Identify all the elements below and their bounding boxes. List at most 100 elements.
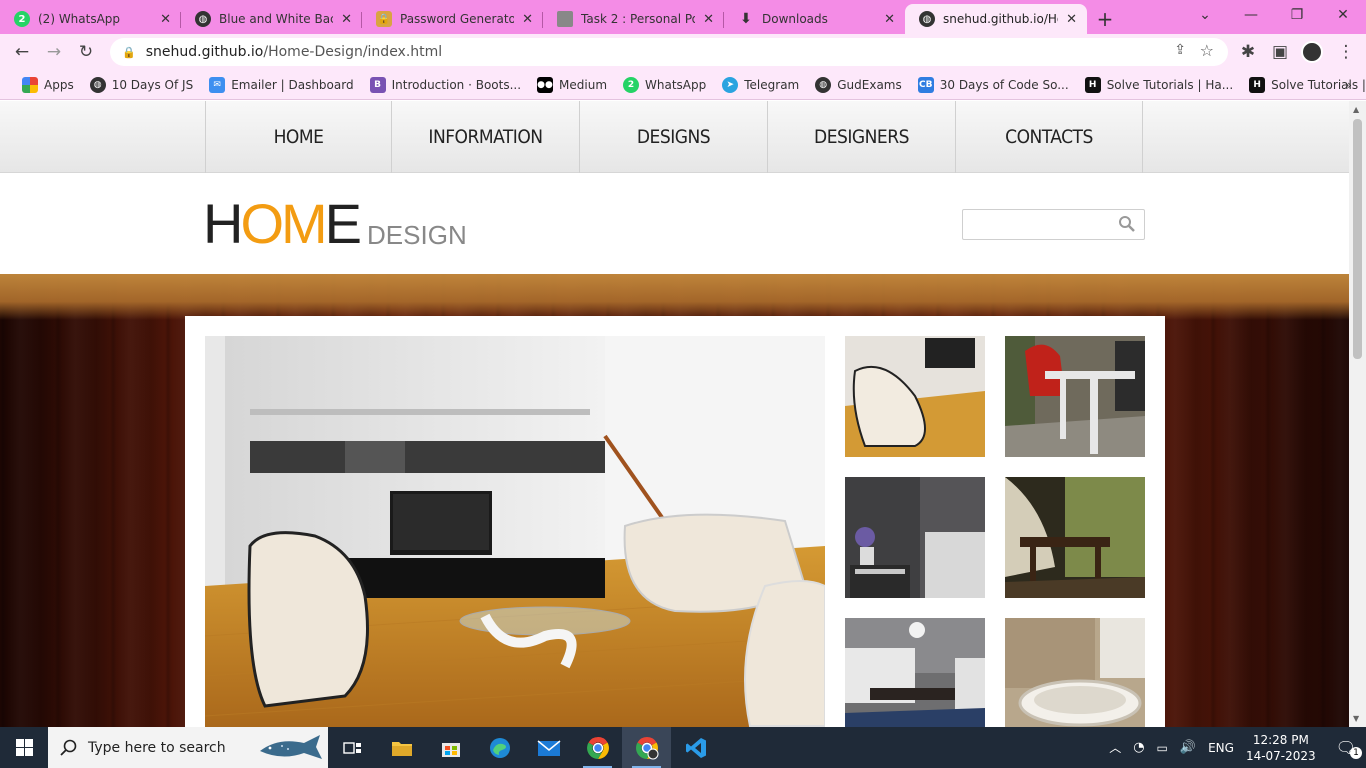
show-hidden-icons-icon[interactable]: ︿ — [1109, 739, 1121, 756]
restore-icon[interactable]: ❐ — [1274, 0, 1320, 30]
telegram-icon: ➤ — [722, 76, 739, 93]
site-logo[interactable]: HOME DESIGN — [203, 196, 467, 252]
notifications-icon[interactable]: 🗨 1 — [1336, 738, 1362, 759]
notification-count-badge: 1 — [1350, 747, 1362, 759]
tab-search-icon[interactable]: ⌄ — [1182, 0, 1228, 30]
power-plug-icon[interactable]: ▭ — [1157, 741, 1168, 755]
tab-password-generator[interactable]: 🔒 Password Generator ✕ — [362, 4, 543, 34]
edge-browser-icon[interactable] — [475, 727, 524, 768]
nav-contacts[interactable]: CONTACTS — [955, 101, 1143, 173]
bookmark-30-days-of-code[interactable]: CB 30 Days of Code So... — [910, 73, 1077, 97]
nav-home[interactable]: HOME — [205, 101, 391, 173]
bookmark-gudexams[interactable]: ◍ GudExams — [807, 73, 910, 97]
chrome-icon[interactable] — [573, 727, 622, 768]
scroll-up-icon[interactable]: ▲ — [1353, 105, 1359, 114]
download-icon: ⬇ — [740, 11, 752, 27]
tab-title: snehud.github.io/Hom — [943, 12, 1058, 26]
taskbar-search-box[interactable]: Type here to search — [48, 727, 328, 768]
thumbnail-image-4[interactable] — [1005, 477, 1145, 598]
clock[interactable]: 12:28 PM 14-07-2023 — [1246, 732, 1316, 764]
address-bar[interactable]: 🔒 snehud.github.io/Home-Design/index.htm… — [110, 38, 1228, 66]
whatsapp-icon: 2 — [623, 76, 640, 93]
system-tray: ︿ ◔ ▭ 🔊 ENG 12:28 PM 14-07-2023 🗨 1 — [1109, 727, 1366, 768]
windows-start-icon[interactable] — [0, 727, 48, 768]
close-tab-icon[interactable]: ✕ — [522, 12, 533, 27]
bookmark-whatsapp[interactable]: 2 WhatsApp — [615, 73, 714, 97]
microsoft-store-icon[interactable] — [426, 727, 475, 768]
medium-icon: ●● — [537, 76, 554, 93]
bookmark-medium[interactable]: ●● Medium — [529, 73, 615, 97]
close-tab-icon[interactable]: ✕ — [1066, 12, 1077, 27]
whatsapp-icon: 2 — [14, 11, 30, 27]
lock-icon: 🔒 — [376, 11, 392, 27]
bookmark-10-days-of-js[interactable]: ◍ 10 Days Of JS — [82, 73, 202, 97]
close-tab-icon[interactable]: ✕ — [703, 12, 714, 27]
bookmark-emailer[interactable]: ✉ Emailer | Dashboard — [201, 73, 361, 97]
thumbnail-image-2[interactable] — [1005, 336, 1145, 457]
tab-blue-and-white[interactable]: ◍ Blue and White Backg ✕ — [181, 4, 362, 34]
mail-icon[interactable] — [524, 727, 573, 768]
emailer-icon: ✉ — [209, 76, 226, 93]
cb-icon: CB — [917, 76, 934, 93]
file-explorer-icon[interactable] — [377, 727, 426, 768]
bookmark-hackerrank-1[interactable]: H Solve Tutorials | Ha... — [1077, 73, 1241, 97]
close-tab-icon[interactable]: ✕ — [341, 12, 352, 27]
vscode-icon[interactable] — [671, 727, 720, 768]
page-scrollbar[interactable]: ▲ ▼ — [1349, 101, 1366, 727]
extensions-icon[interactable]: ✱ — [1232, 36, 1264, 68]
globe-icon: ◍ — [195, 11, 211, 27]
browser-toolbar: ← → ↻ 🔒 snehud.github.io/Home-Design/ind… — [0, 34, 1366, 70]
scroll-down-icon[interactable]: ▼ — [1353, 714, 1359, 723]
globe-icon: ◍ — [89, 76, 106, 93]
taskbar-search-placeholder: Type here to search — [88, 739, 226, 756]
bookmarks-bar: Apps ◍ 10 Days Of JS ✉ Emailer | Dashboard… — [0, 70, 1366, 100]
tab-title: Task 2 : Personal Portf — [581, 12, 695, 26]
back-icon[interactable]: ← — [6, 36, 38, 68]
bookmark-star-icon[interactable]: ☆ — [1200, 41, 1214, 60]
menu-kebab-icon[interactable]: ⋮ — [1330, 36, 1362, 68]
task-view-icon[interactable] — [328, 727, 377, 768]
bookmark-telegram[interactable]: ➤ Telegram — [714, 73, 807, 97]
forward-icon[interactable]: → — [38, 36, 70, 68]
side-panel-icon[interactable]: ▣ — [1264, 36, 1296, 68]
hackerrank-icon: H — [1249, 76, 1266, 93]
search-icon[interactable] — [1118, 215, 1136, 233]
minimize-icon[interactable]: — — [1228, 0, 1274, 30]
nav-information[interactable]: INFORMATION — [391, 101, 579, 173]
share-icon[interactable]: ⇪ — [1174, 42, 1186, 58]
thumbnail-image-1[interactable] — [845, 336, 985, 457]
clock-date: 14-07-2023 — [1245, 748, 1316, 763]
tab-whatsapp[interactable]: 2 (2) WhatsApp ✕ — [0, 4, 181, 34]
close-tab-icon[interactable]: ✕ — [160, 12, 171, 27]
tab-title: Blue and White Backg — [219, 12, 333, 26]
bookmark-bootstrap[interactable]: B Introduction · Boots... — [362, 73, 529, 97]
profile-avatar[interactable] — [1301, 41, 1323, 63]
lock-icon: 🔒 — [122, 45, 136, 59]
scrollbar-thumb[interactable] — [1353, 119, 1362, 359]
reload-icon[interactable]: ↻ — [70, 36, 102, 68]
page-viewport: HOME INFORMATION DESIGNS DESIGNERS CONTA… — [0, 101, 1366, 727]
tab-task-2[interactable]: Task 2 : Personal Portf ✕ — [543, 4, 724, 34]
bookmark-apps[interactable]: Apps — [14, 73, 82, 97]
thumbnail-image-6[interactable] — [1005, 618, 1145, 727]
new-tab-button[interactable]: + — [1087, 4, 1123, 34]
nav-designers[interactable]: DESIGNERS — [767, 101, 955, 173]
globe-icon: ◍ — [815, 76, 832, 93]
network-icon[interactable]: ◔ — [1133, 740, 1144, 755]
volume-icon[interactable]: 🔊 — [1180, 740, 1196, 755]
chrome-profile-icon[interactable] — [622, 727, 671, 768]
tab-downloads[interactable]: ⬇ Downloads ✕ — [724, 4, 905, 34]
logo-subtitle: DESIGN — [367, 220, 467, 250]
tab-title: Password Generator — [400, 12, 515, 26]
language-indicator[interactable]: ENG — [1208, 741, 1234, 755]
tab-home-design[interactable]: ◍ snehud.github.io/Hom ✕ — [905, 4, 1087, 34]
browser-tab-strip: 2 (2) WhatsApp ✕ ◍ Blue and White Backg … — [0, 0, 1366, 34]
bookmarks-overflow-button[interactable]: » — [1337, 73, 1360, 97]
thumbnail-image-3[interactable] — [845, 477, 985, 598]
nav-designs[interactable]: DESIGNS — [579, 101, 767, 173]
close-tab-icon[interactable]: ✕ — [884, 12, 895, 27]
featured-living-room-image[interactable] — [205, 336, 825, 727]
close-window-icon[interactable]: ✕ — [1320, 0, 1366, 30]
site-search-input[interactable] — [962, 209, 1145, 240]
thumbnail-image-5[interactable] — [845, 618, 985, 727]
